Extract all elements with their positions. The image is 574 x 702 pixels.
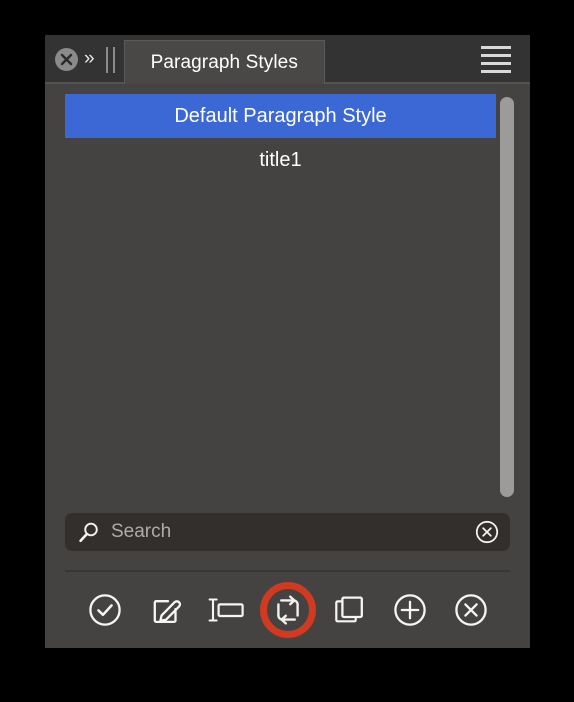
copy-squares-icon [332,593,366,627]
style-list[interactable]: Default Paragraph Style title1 [65,93,496,503]
list-item-label: title1 [259,148,302,171]
search-box[interactable] [65,513,510,551]
scrollbar-thumb[interactable] [500,97,514,497]
style-list-container: Default Paragraph Style title1 [65,93,518,503]
list-item-label: Default Paragraph Style [174,104,387,127]
panel-titlebar: » Paragraph Styles [45,35,530,84]
apply-style-button[interactable] [85,590,125,630]
list-item[interactable]: Default Paragraph Style [65,94,496,138]
clear-icon[interactable] [475,520,499,544]
update-style-button[interactable] [259,582,316,638]
vertical-scrollbar[interactable] [496,93,518,503]
titlebar-spacer [325,35,471,84]
new-from-selection-button[interactable] [329,590,369,630]
tab-paragraph-styles[interactable]: Paragraph Styles [123,40,325,84]
search-input[interactable] [111,521,465,543]
paragraph-styles-panel: » Paragraph Styles Default Paragraph Sty… [45,35,530,648]
search-icon [78,521,101,544]
refresh-update-icon [271,593,305,627]
double-chevron-right-icon[interactable]: » [84,49,95,70]
tab-label: Paragraph Styles [150,51,298,73]
style-toolbar [45,572,530,648]
spacing-style-button[interactable] [207,590,247,630]
hamburger-menu-icon[interactable] [471,35,530,84]
add-style-button[interactable] [390,590,430,630]
paragraph-spacing-icon [208,593,245,627]
close-circle-icon [454,593,488,627]
close-icon[interactable] [55,48,78,71]
delete-style-button[interactable] [451,590,491,630]
search-row [45,503,530,551]
titlebar-left-controls: » [45,35,124,84]
list-item[interactable]: title1 [65,138,496,182]
edit-pencil-icon [149,593,183,627]
plus-circle-icon [393,593,427,627]
check-circle-icon [88,593,122,627]
edit-style-button[interactable] [146,590,186,630]
drag-handle-icon[interactable] [105,46,115,73]
